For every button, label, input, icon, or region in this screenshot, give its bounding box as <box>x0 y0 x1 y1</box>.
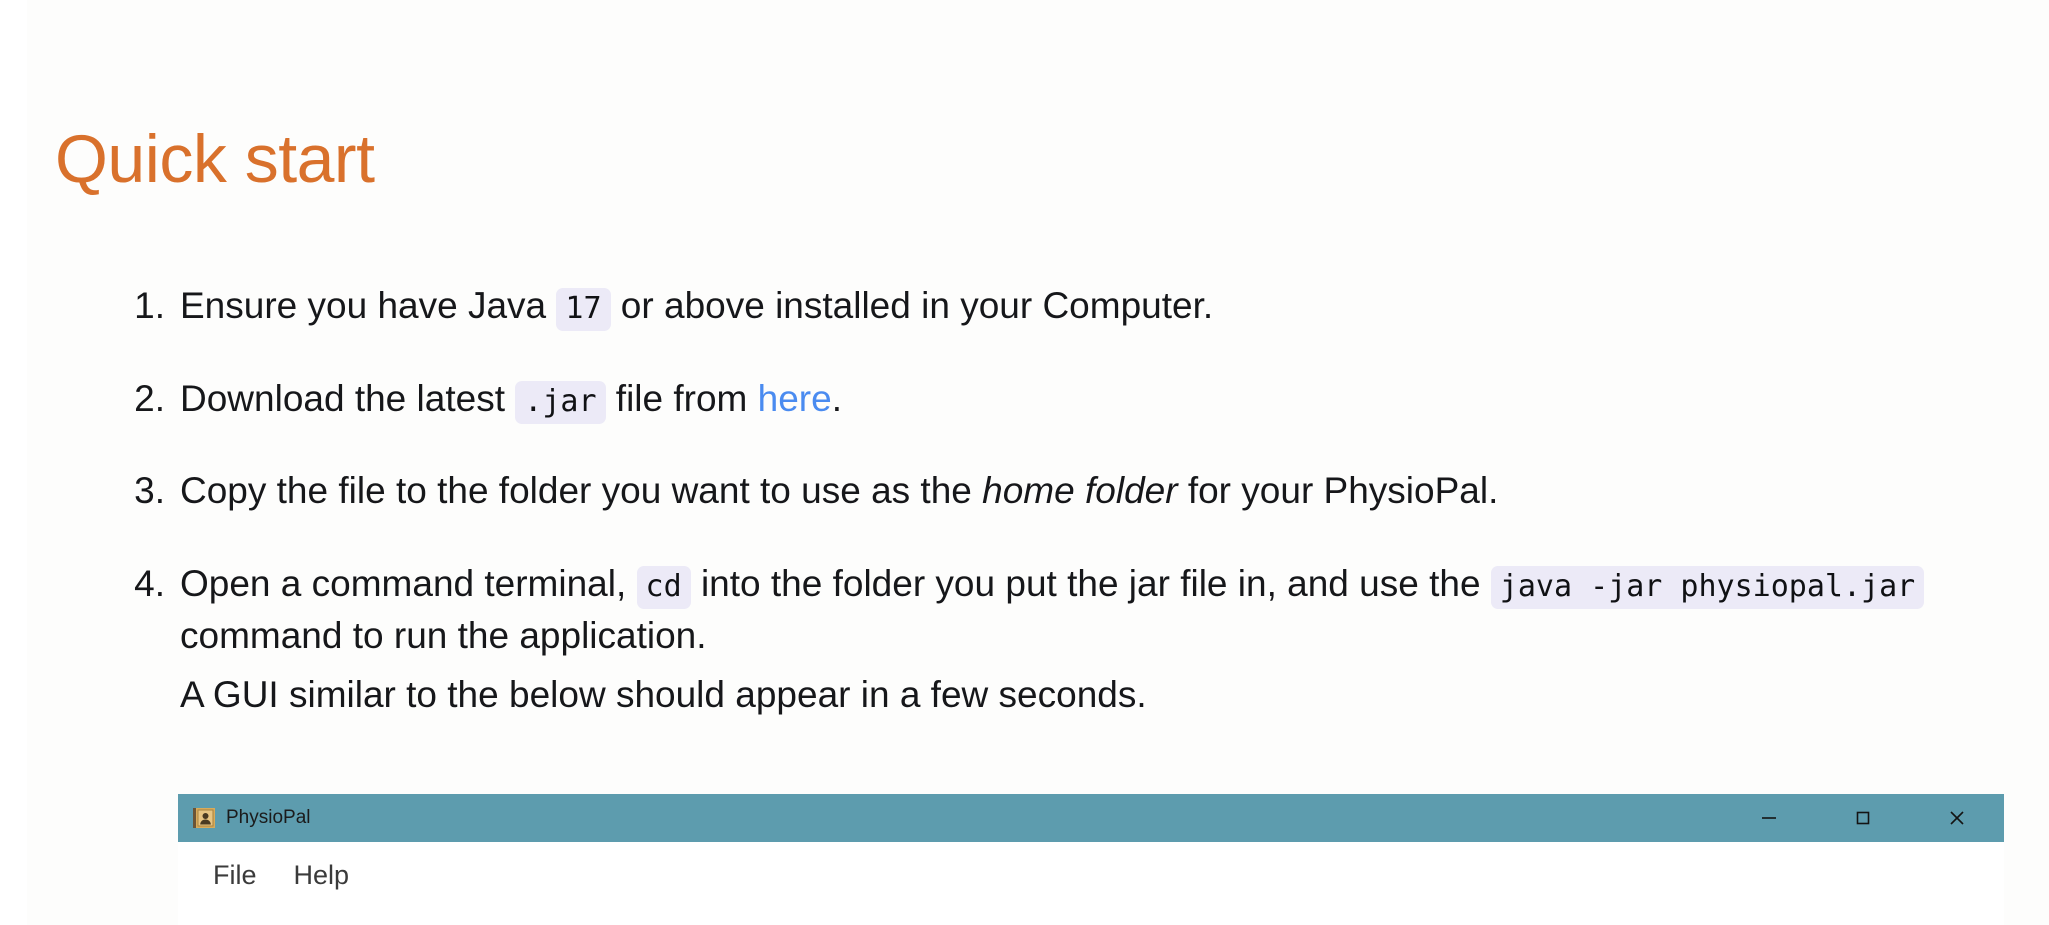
list-item-number: 1. <box>134 285 165 326</box>
page-root: Quick start 1. Ensure you have Java 17 o… <box>0 0 2049 925</box>
menu-item-help[interactable]: Help <box>284 858 360 893</box>
app-titlebar[interactable]: PhysioPal <box>178 794 2004 842</box>
menu-item-file[interactable]: File <box>203 858 267 893</box>
step-text: into the folder you put the jar file in,… <box>690 562 1491 604</box>
step-line: Open a command terminal, cd into the fol… <box>180 558 2049 663</box>
list-item-number: 4. <box>134 562 165 604</box>
list-item-body: Copy the file to the folder you want to … <box>180 465 2049 518</box>
minimize-button[interactable] <box>1722 794 1816 842</box>
step-text: or above installed in your Computer. <box>610 285 1214 326</box>
step-text: for your PhysioPal. <box>1177 470 1499 512</box>
code-chip-java-version: 17 <box>556 288 611 331</box>
list-item-body: Open a command terminal, cd into the fol… <box>180 558 2049 722</box>
quick-start-step-list: 1. Ensure you have Java 17 or above inst… <box>77 280 2049 721</box>
list-item-body: Ensure you have Java 17 or above install… <box>180 280 2049 333</box>
step-text: command to run the application. <box>180 615 707 657</box>
code-chip-jar-extension: .jar <box>515 380 606 424</box>
step-text: file from <box>605 377 758 419</box>
step-text: . <box>831 377 842 419</box>
window-controls <box>1722 794 2004 842</box>
app-window-title: PhysioPal <box>226 807 311 828</box>
step-text: Download the latest <box>180 377 516 419</box>
list-item: 2. Download the latest .jar file from he… <box>117 373 2049 426</box>
list-item-number: 3. <box>134 470 165 512</box>
list-item: 3. Copy the file to the folder you want … <box>117 465 2049 518</box>
close-button[interactable] <box>1910 794 2004 842</box>
step-text: Copy the file to the folder you want to … <box>180 470 983 512</box>
titlebar-left-group: PhysioPal <box>178 806 311 830</box>
physiopal-app-window: PhysioPal File Help <box>178 794 2004 925</box>
address-book-icon <box>192 806 216 830</box>
step-line: Download the latest .jar file from here. <box>180 373 2049 426</box>
step-line: Copy the file to the folder you want to … <box>180 465 2049 518</box>
maximize-button[interactable] <box>1816 794 1910 842</box>
step-line: Ensure you have Java 17 or above install… <box>180 280 2049 333</box>
step-text: Ensure you have Java <box>180 285 557 326</box>
page-title: Quick start <box>55 120 375 197</box>
emphasis-home-folder: home folder <box>982 470 1178 512</box>
code-chip-cd: cd <box>636 565 691 609</box>
step-line-secondary: A GUI similar to the below should appear… <box>180 673 1147 715</box>
step-text: Open a command terminal, <box>180 562 637 604</box>
list-item-body: Download the latest .jar file from here. <box>180 373 2049 426</box>
code-chip-run-command: java -jar physiopal.jar <box>1490 565 1925 609</box>
document-content-area: Quick start 1. Ensure you have Java 17 o… <box>27 0 2049 925</box>
list-item-number: 2. <box>134 377 165 419</box>
app-menubar: File Help <box>178 842 2004 925</box>
list-item: 1. Ensure you have Java 17 or above inst… <box>117 280 2049 333</box>
list-item: 4. Open a command terminal, cd into the … <box>117 558 2049 722</box>
download-here-link[interactable]: here <box>758 378 832 419</box>
